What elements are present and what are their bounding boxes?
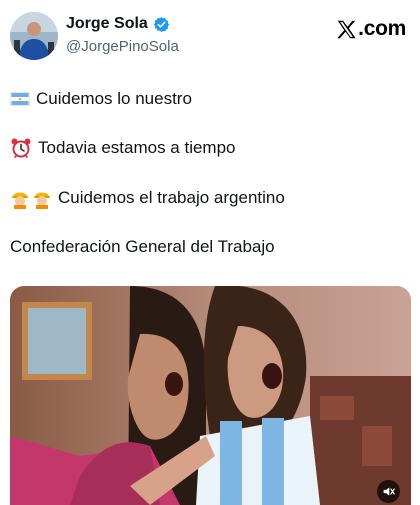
verified-badge-icon	[153, 16, 169, 32]
tweet-text-line: Cuidemos el trabajo argentino	[58, 188, 285, 207]
alarm-clock-icon	[10, 137, 32, 159]
avatar[interactable]	[10, 12, 58, 60]
tweet-line-2: Todavia estamos a tiempo	[10, 137, 236, 159]
author-name-row: Jorge Sola	[66, 15, 170, 33]
tweet-text-line: Todavia estamos a tiempo	[38, 138, 236, 157]
construction-worker-icon	[32, 187, 52, 209]
author-handle[interactable]: @JorgePinoSola	[66, 38, 179, 55]
tweet-line-3: Cuidemos el trabajo argentino	[10, 187, 285, 209]
author-display-name[interactable]: Jorge Sola	[66, 15, 148, 33]
x-logo-icon	[337, 20, 356, 38]
construction-worker-icon	[10, 187, 30, 209]
tweet-text-line: Cuidemos lo nuestro	[36, 89, 192, 108]
brand-suffix: .com	[358, 17, 406, 40]
tweet-header: Jorge Sola @JorgePinoSola .com	[0, 0, 420, 72]
tweet-line-4: Confederación General del Trabajo	[10, 237, 275, 257]
tweet-text-line: Confederación General del Trabajo	[10, 237, 275, 256]
tweet-line-1: Cuidemos lo nuestro	[10, 89, 192, 109]
volume-mute-icon	[383, 487, 395, 496]
video-player[interactable]	[10, 286, 411, 505]
x-brand[interactable]: .com	[336, 17, 406, 41]
argentina-flag-icon	[10, 92, 30, 106]
video-frame	[10, 286, 411, 505]
mute-button[interactable]	[377, 480, 400, 503]
